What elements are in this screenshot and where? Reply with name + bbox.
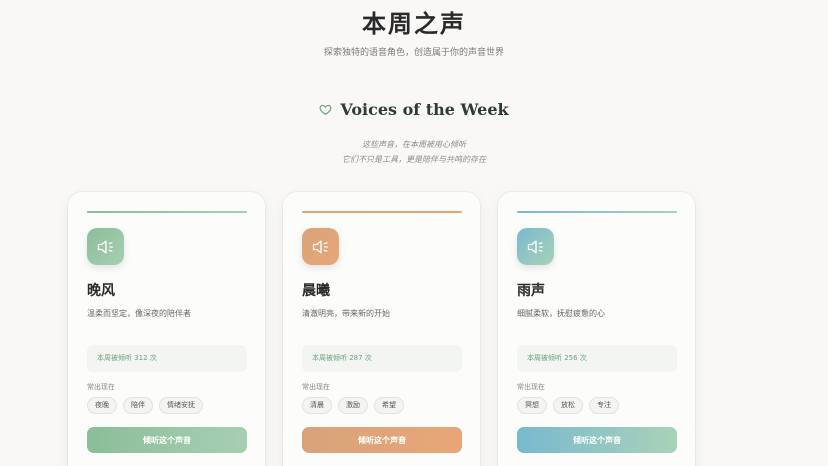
tag[interactable]: 希望 bbox=[374, 397, 404, 414]
listen-count: 本周被倾听 256 次 bbox=[517, 345, 677, 372]
intro-line-1: 这些声音，在本周被用心倾听 bbox=[362, 140, 466, 149]
section-heading-text: Voices of the Week bbox=[340, 100, 509, 119]
intro-line-2: 它们不只是工具，更是陪伴与共鸣的存在 bbox=[342, 155, 486, 164]
card-accent-line bbox=[517, 211, 677, 213]
tag-list: 清晨 激励 希望 bbox=[302, 397, 404, 414]
speaker-icon bbox=[527, 240, 543, 253]
listen-count: 本周被倾听 287 次 bbox=[302, 345, 462, 372]
section-heading: Voices of the Week bbox=[0, 100, 828, 119]
card-icon-box bbox=[302, 228, 339, 265]
voice-description: 温柔而坚定，像深夜的陪伴者 bbox=[87, 309, 191, 318]
heart-icon bbox=[319, 104, 332, 115]
card-icon-box bbox=[517, 228, 554, 265]
card-accent-line bbox=[302, 211, 462, 213]
tag[interactable]: 清晨 bbox=[302, 397, 332, 414]
voice-description: 清澈明亮，带来新的开始 bbox=[302, 309, 390, 318]
tag-list: 夜晚 陪伴 情绪安抚 bbox=[87, 397, 203, 414]
speaker-icon bbox=[312, 240, 328, 253]
tag[interactable]: 专注 bbox=[589, 397, 619, 414]
voice-name: 晨曦 bbox=[302, 283, 330, 299]
tag[interactable]: 陪伴 bbox=[123, 397, 153, 414]
voice-name: 晚风 bbox=[87, 283, 115, 299]
tag[interactable]: 情绪安抚 bbox=[159, 397, 203, 414]
voice-card-chenxi: 晨曦 清澈明亮，带来新的开始 本周被倾听 287 次 常出现在 清晨 激励 希望… bbox=[283, 192, 480, 466]
common-label: 常出现在 bbox=[517, 383, 545, 391]
speaker-icon bbox=[97, 240, 113, 253]
voice-name: 雨声 bbox=[517, 283, 545, 299]
listen-button[interactable]: 倾听这个声音 bbox=[302, 427, 462, 453]
listen-count: 本周被倾听 312 次 bbox=[87, 345, 247, 372]
common-label: 常出现在 bbox=[87, 383, 115, 391]
voice-card-wanfeng: 晚风 温柔而坚定，像深夜的陪伴者 本周被倾听 312 次 常出现在 夜晚 陪伴 … bbox=[68, 192, 265, 466]
listen-button[interactable]: 倾听这个声音 bbox=[87, 427, 247, 453]
card-icon-box bbox=[87, 228, 124, 265]
tag-list: 冥想 放松 专注 bbox=[517, 397, 619, 414]
card-accent-line bbox=[87, 211, 247, 213]
voice-description: 细腻柔软，抚慰疲惫的心 bbox=[517, 309, 605, 318]
voice-card-yusheng: 雨声 细腻柔软，抚慰疲惫的心 本周被倾听 256 次 常出现在 冥想 放松 专注… bbox=[498, 192, 695, 466]
page-subtitle: 探索独特的语音角色，创造属于你的声音世界 bbox=[323, 48, 504, 58]
listen-button[interactable]: 倾听这个声音 bbox=[517, 427, 677, 453]
common-label: 常出现在 bbox=[302, 383, 330, 391]
tag[interactable]: 冥想 bbox=[517, 397, 547, 414]
tag[interactable]: 夜晚 bbox=[87, 397, 117, 414]
tag[interactable]: 激励 bbox=[338, 397, 368, 414]
page-title: 本周之声 bbox=[362, 9, 466, 38]
tag[interactable]: 放松 bbox=[553, 397, 583, 414]
